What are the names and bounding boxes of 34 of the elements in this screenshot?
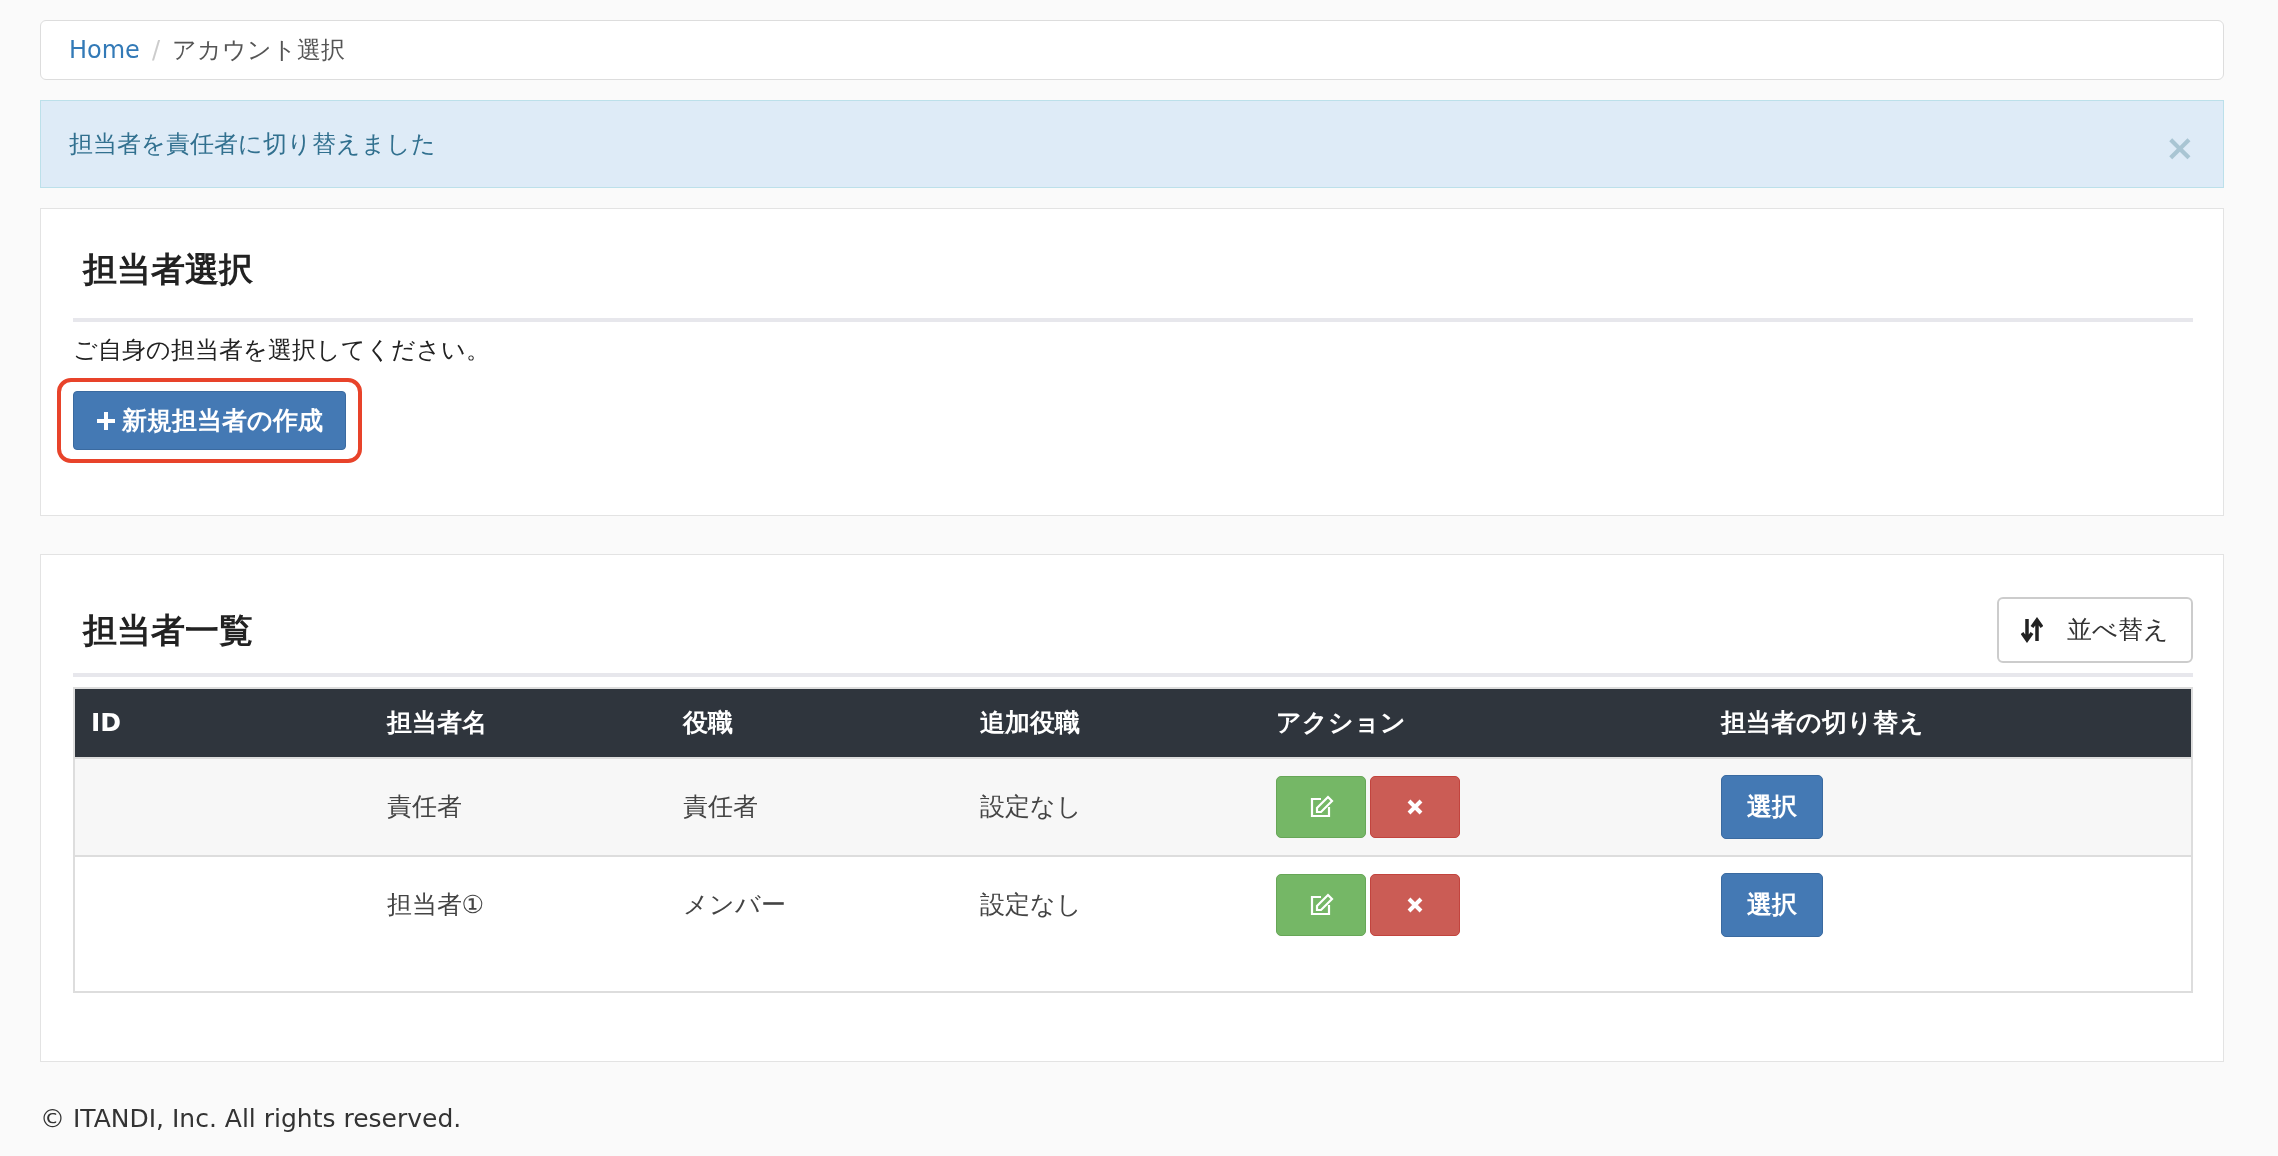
select-button[interactable]: 選択 [1720,872,1823,937]
table-cell: 責任者 [667,757,964,856]
breadcrumb-current: アカウント選択 [171,35,345,66]
column-header: 役職 [667,687,964,758]
edit-icon [1308,892,1335,917]
panel-title: 担当者一覧 [83,609,253,651]
delete-button[interactable] [1370,873,1461,936]
table-cell: 設定なし [963,855,1261,992]
breadcrumb-link[interactable]: Home [69,32,140,68]
table-cell: 責任者 [370,757,668,856]
close-icon [1406,797,1425,816]
table-cell: メンバー [667,855,964,992]
sort-button[interactable]: 並べ替え [1997,597,2193,663]
breadcrumb-separator: / [151,35,160,66]
column-header: アクション [1260,687,1705,758]
panel-description: ご自身の担当者を選択してください。 [73,334,491,366]
sort-arrows-icon [2021,617,2043,644]
column-header: 担当者名 [370,687,668,758]
close-icon [1406,895,1425,914]
select-button[interactable]: 選択 [1720,774,1823,839]
column-header: 担当者の切り替え [1704,687,2192,758]
panel-title: 担当者選択 [83,249,254,290]
table-cell: 担当者① [370,855,668,992]
edit-button[interactable] [1276,873,1367,936]
table-cell: 設定なし [963,757,1261,856]
delete-button[interactable] [1370,775,1461,838]
edit-icon [1308,794,1335,819]
create-button[interactable]: 新規担当者の作成 [73,390,346,451]
column-header: 追加役職 [963,687,1261,758]
column-header: ID [74,687,371,758]
alert-message: 担当者を責任者に切り替えました [69,129,436,160]
footer-copyright: © ITANDI, Inc. All rights reserved. [40,1102,463,1135]
edit-button[interactable] [1276,775,1367,838]
plus-icon [96,410,116,431]
